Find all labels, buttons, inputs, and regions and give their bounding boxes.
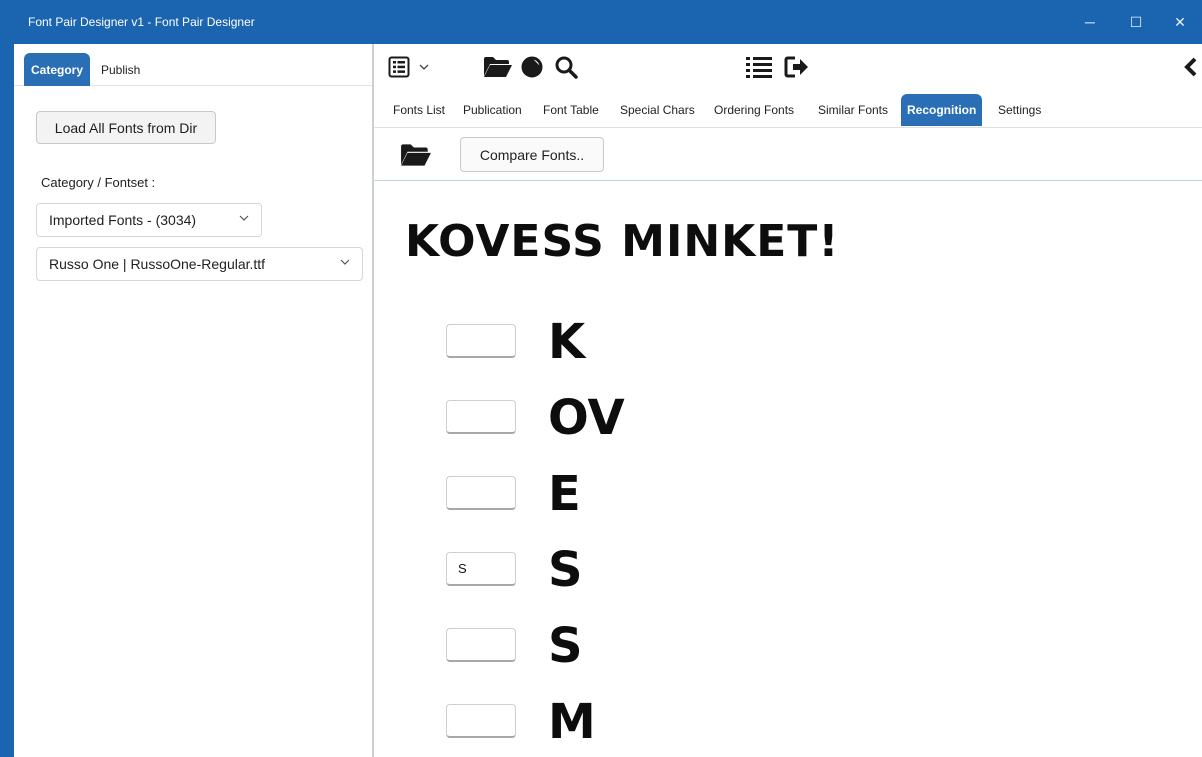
glyph-sample: E: [548, 466, 581, 522]
chevron-down-icon: [340, 257, 350, 270]
back-chevron-icon[interactable]: [1180, 54, 1200, 80]
list-icon[interactable]: [744, 54, 774, 80]
compare-fonts-button[interactable]: Compare Fonts..: [460, 137, 604, 172]
chevron-down-icon: [239, 213, 249, 226]
load-all-fonts-button[interactable]: Load All Fonts from Dir: [36, 111, 216, 144]
glyph-guess-input[interactable]: S: [446, 552, 516, 586]
glyph-sample: K: [548, 314, 586, 370]
left-tab-strip: Category Publish: [14, 48, 372, 86]
tab-fonts-list[interactable]: Fonts List: [387, 94, 451, 126]
tab-publish[interactable]: Publish: [94, 53, 147, 86]
glyph-sample: M: [548, 694, 596, 750]
glyph-guess-input[interactable]: [446, 704, 516, 738]
main-toolbar: [374, 44, 1202, 90]
recognition-row: S S: [374, 540, 1202, 600]
glyph-guess-input[interactable]: [446, 324, 516, 358]
app-window: Font Pair Designer v1 - Font Pair Design…: [0, 0, 1202, 757]
search-icon[interactable]: [552, 54, 580, 80]
window-left-border: [0, 44, 14, 757]
menu-icon[interactable]: [386, 54, 412, 80]
right-panel: Fonts List Publication Font Table Specia…: [374, 44, 1202, 757]
tab-recognition[interactable]: Recognition: [901, 94, 983, 126]
tab-similar-fonts[interactable]: Similar Fonts: [812, 94, 894, 126]
folder-open-icon[interactable]: [400, 143, 434, 169]
folder-open-icon[interactable]: [482, 54, 514, 80]
title-bar: Font Pair Designer v1 - Font Pair Design…: [0, 0, 1202, 44]
font-select[interactable]: Russo One | RussoOne-Regular.ttf: [36, 247, 363, 281]
tab-ordering-fonts[interactable]: Ordering Fonts: [708, 94, 800, 126]
recognition-headline: KOVESS MINKET!: [405, 216, 840, 267]
fontset-select-value: Imported Fonts - (3034): [49, 212, 197, 228]
chevron-down-icon[interactable]: [418, 54, 430, 80]
recognition-content: KOVESS MINKET! K OV E S S S M: [374, 182, 1202, 757]
tab-settings[interactable]: Settings: [992, 94, 1047, 126]
fontset-select[interactable]: Imported Fonts - (3034): [36, 203, 262, 237]
window-title: Font Pair Designer v1 - Font Pair Design…: [28, 15, 255, 29]
recognition-row: M: [374, 692, 1202, 752]
recognition-row: OV: [374, 388, 1202, 448]
maximize-button[interactable]: ☐: [1122, 8, 1150, 36]
left-panel: Category Publish Load All Fonts from Dir…: [14, 44, 372, 757]
category-fontset-label: Category / Fontset :: [41, 175, 156, 190]
font-select-value: Russo One | RussoOne-Regular.ttf: [49, 256, 266, 272]
tab-category[interactable]: Category: [24, 53, 91, 86]
glyph-sample: S: [548, 542, 583, 598]
tab-publication[interactable]: Publication: [457, 94, 528, 126]
minimize-button[interactable]: ─: [1076, 8, 1104, 36]
recognition-toolbar: Compare Fonts..: [374, 129, 1202, 181]
glyph-guess-input[interactable]: [446, 628, 516, 662]
contrast-icon[interactable]: [519, 54, 545, 80]
recognition-row: S: [374, 616, 1202, 676]
exit-icon[interactable]: [782, 54, 812, 80]
glyph-guess-input[interactable]: [446, 400, 516, 434]
glyph-sample: S: [548, 618, 583, 674]
recognition-row: K: [374, 312, 1202, 372]
glyph-guess-input[interactable]: [446, 476, 516, 510]
close-button[interactable]: ✕: [1166, 8, 1194, 36]
glyph-sample: OV: [548, 390, 625, 446]
tab-special-chars[interactable]: Special Chars: [614, 94, 701, 126]
recognition-row: E: [374, 464, 1202, 524]
main-tab-strip: Fonts List Publication Font Table Specia…: [374, 92, 1202, 128]
tab-font-table[interactable]: Font Table: [537, 94, 605, 126]
